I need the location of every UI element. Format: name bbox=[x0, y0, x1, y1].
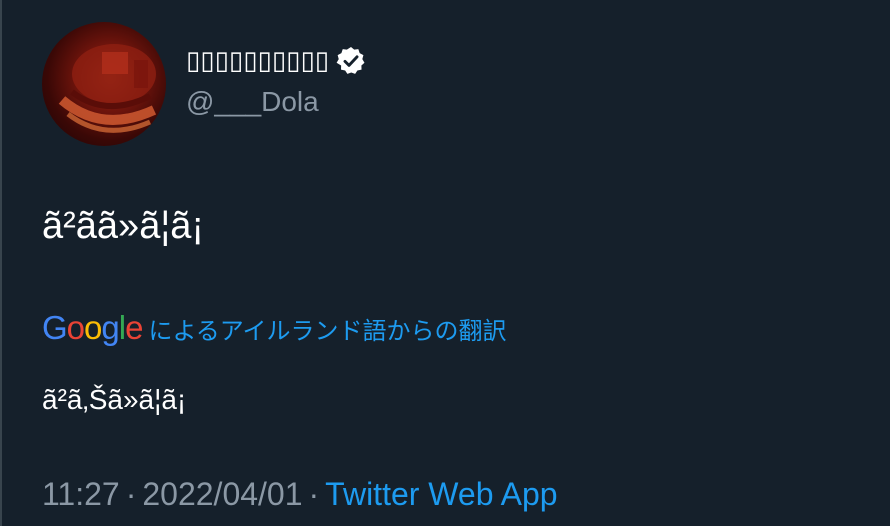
separator: · bbox=[308, 476, 320, 512]
google-logo-icon: Google bbox=[42, 309, 143, 346]
display-name-row: ▯▯▯▯▯▯▯▯▯▯ bbox=[186, 40, 367, 82]
source-app-link[interactable]: Twitter Web App bbox=[325, 476, 557, 512]
avatar-image-icon bbox=[58, 44, 157, 133]
tweet-text: ã²ãã»ã¦ã¡ bbox=[42, 205, 204, 247]
avatar[interactable] bbox=[42, 22, 166, 146]
tweet-time[interactable]: 11:27 bbox=[42, 476, 120, 512]
verified-badge-icon bbox=[336, 47, 365, 74]
display-name[interactable]: ▯▯▯▯▯▯▯▯▯▯ bbox=[186, 46, 329, 76]
left-border bbox=[0, 0, 2, 526]
tweet-metadata: 11:27 · 2022/04/01 · Twitter Web App bbox=[42, 476, 558, 513]
translated-text: ã²ã‚Šã»ã¦ã¡ bbox=[42, 384, 187, 415]
translation-attribution[interactable]: Google によるアイルランド語からの翻訳 bbox=[42, 309, 507, 347]
translation-source-link[interactable]: によるアイルランド語からの翻訳 bbox=[148, 311, 506, 346]
separator: · bbox=[125, 476, 137, 512]
user-handle[interactable]: @___Dola bbox=[186, 86, 367, 118]
tweet-date[interactable]: 2022/04/01 bbox=[142, 476, 302, 512]
tweet-header: ▯▯▯▯▯▯▯▯▯▯ @___Dola bbox=[186, 40, 367, 118]
